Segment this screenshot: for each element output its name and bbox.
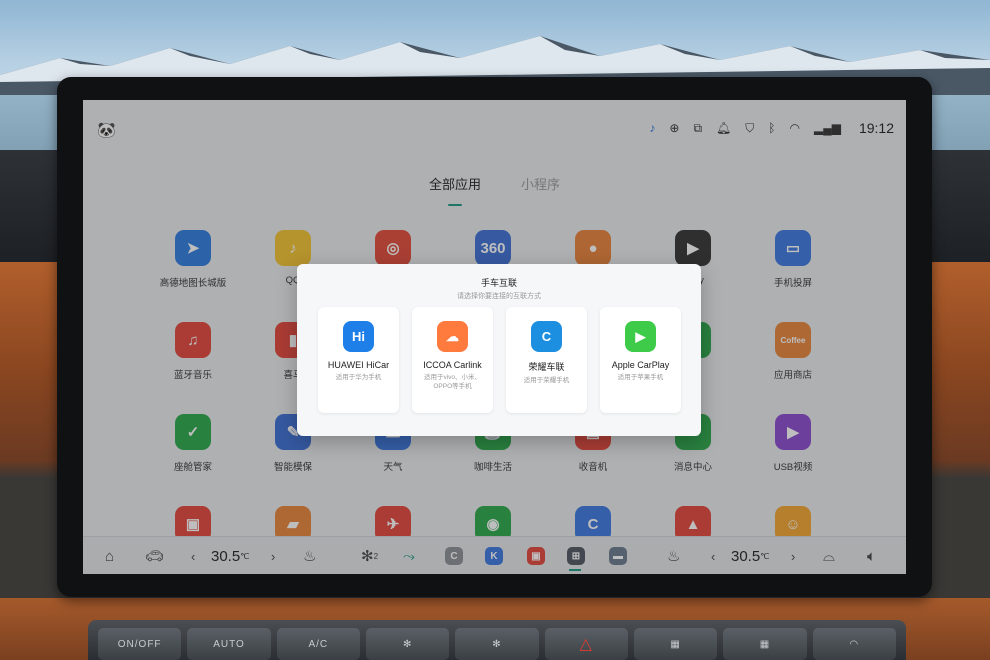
connect-options: Hi HUAWEI HiCar 适用于华为手机 ☁ ICCOA Carlink … <box>318 307 681 413</box>
option-desc: 适用于华为手机 <box>335 374 382 381</box>
dialog-subtitle: 请选择你要连接的互联方式 <box>457 293 541 300</box>
hazard-button[interactable]: △ <box>544 628 628 660</box>
climate-console: ON/OFF AUTO A/C ✻ ✻ △ ▦ ▦ ◠ <box>88 620 906 660</box>
option-name: HUAWEI HiCar <box>327 360 390 370</box>
option-huawei-hicar[interactable]: Hi HUAWEI HiCar 适用于华为手机 <box>318 307 399 413</box>
option-apple-carplay[interactable]: ▶ Apple CarPlay 适用于苹果手机 <box>600 307 681 413</box>
console-button-rear-defrost[interactable]: ▦ <box>723 628 807 660</box>
option-desc: 适用于vivo、小米、OPPO等手机 <box>423 374 482 390</box>
console-button-auto[interactable]: AUTO <box>187 628 271 660</box>
infotainment-screen: 🐼 ♪ ⊕ ⧉ 🔔︎ ⛉ ᛒ ◠ ▂▄▆ 19:12 全部应用 小程序 ➤ 高德地… <box>83 100 906 574</box>
option-desc: 适用于苹果手机 <box>617 374 664 381</box>
option-name: 荣耀车联 <box>528 362 565 372</box>
honor-icon: C <box>531 321 562 352</box>
option-honor-carlink[interactable]: C 荣耀车联 适用于荣耀手机 <box>506 307 587 413</box>
console-button-recirc[interactable]: ◠ <box>812 628 896 660</box>
console-button-power[interactable]: ON/OFF <box>98 628 182 660</box>
console-button-fan-up[interactable]: ✻ <box>455 628 539 660</box>
carplay-icon: ▶ <box>625 321 656 352</box>
console-button-fan-down[interactable]: ✻ <box>365 628 450 660</box>
phone-connect-dialog: 手车互联 请选择你要连接的互联方式 Hi HUAWEI HiCar 适用于华为手… <box>297 264 701 436</box>
carlink-icon: ☁ <box>437 321 468 352</box>
hicar-icon: Hi <box>343 321 374 352</box>
option-iccoa-carlink[interactable]: ☁ ICCOA Carlink 适用于vivo、小米、OPPO等手机 <box>412 307 493 413</box>
dialog-title: 手车互联 <box>480 278 517 288</box>
option-name: ICCOA Carlink <box>423 360 482 370</box>
console-button-ac[interactable]: A/C <box>276 628 360 660</box>
option-desc: 适用于荣耀手机 <box>523 377 570 384</box>
console-button-front-defrost[interactable]: ▦ <box>633 628 718 660</box>
option-name: Apple CarPlay <box>611 360 670 370</box>
